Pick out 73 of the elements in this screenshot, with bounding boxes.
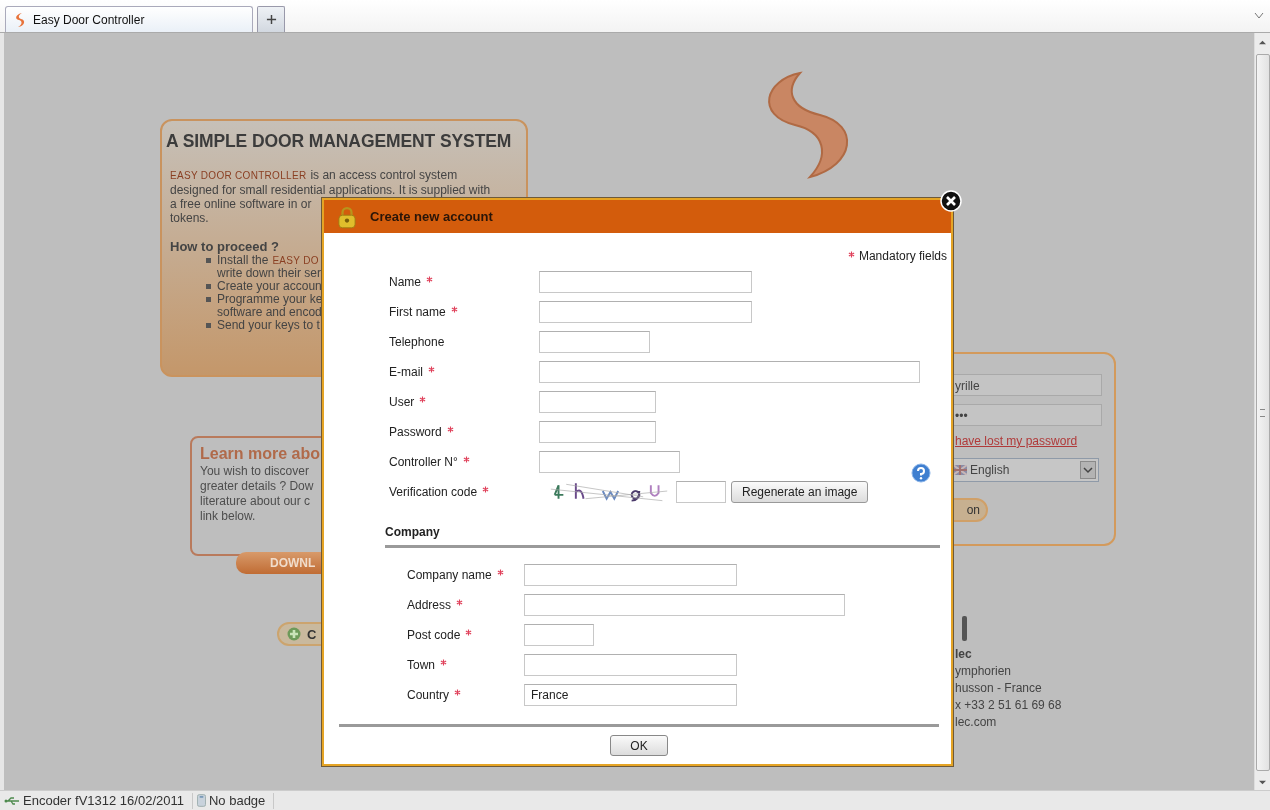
intro-text-line: a free online software in or xyxy=(170,197,313,211)
field-label: Password xyxy=(389,425,442,439)
text-input[interactable] xyxy=(539,331,650,353)
plus-icon xyxy=(265,14,277,25)
section-subtitle: How to proceed ? xyxy=(169,239,280,254)
text-input[interactable] xyxy=(524,594,845,616)
address-line: husson - France xyxy=(955,680,1042,697)
field-label: Address xyxy=(407,598,452,612)
badge-icon xyxy=(196,794,206,807)
text-input[interactable] xyxy=(524,624,594,646)
text-input[interactable] xyxy=(539,361,920,383)
field-label: Telephone xyxy=(389,335,445,349)
padlock-icon xyxy=(338,204,356,229)
field-label: Town xyxy=(407,658,435,672)
step-text-line: Send your keys to t xyxy=(217,319,321,332)
field-label: Name xyxy=(389,275,421,289)
field-label: Country xyxy=(407,688,450,702)
learn-more-text-line: literature about our c xyxy=(200,494,311,509)
step-text-line: Install the EASY DO xyxy=(217,254,320,267)
step-text-line: write down their ser xyxy=(217,267,323,280)
badge-status: No badge xyxy=(192,792,275,809)
bullet-icon xyxy=(206,258,211,263)
intro-text-line: designed for small residential applications. It is supplied with xyxy=(170,183,492,197)
text-input[interactable] xyxy=(539,451,680,473)
step-text-line: software and encod xyxy=(217,306,323,319)
step-text-line: Create your accoun xyxy=(217,280,323,293)
bullet-icon xyxy=(206,297,211,302)
help-icon[interactable] xyxy=(911,463,931,483)
learn-more-text-line: link below. xyxy=(200,509,256,524)
usb-icon xyxy=(4,795,20,806)
bullet-icon xyxy=(206,284,211,289)
text-input[interactable] xyxy=(539,391,656,413)
browser-tab[interactable]: Easy Door Controller xyxy=(5,6,253,32)
field-label: Company name xyxy=(407,568,492,582)
scroll-down-icon[interactable] xyxy=(1258,779,1267,786)
ok-button[interactable]: OK xyxy=(610,735,668,756)
intro-text-line: tokens. xyxy=(170,211,210,225)
captcha-input[interactable] xyxy=(676,481,726,503)
address-line: ymphorien xyxy=(955,663,1012,680)
text-input[interactable] xyxy=(524,654,737,676)
field-label: Controller N° xyxy=(389,455,458,469)
text-input[interactable]: France xyxy=(524,684,737,706)
learn-more-text-line: You wish to discover xyxy=(200,464,309,479)
dialog-title: Create new account xyxy=(370,209,493,224)
bullet-icon xyxy=(206,323,211,328)
address-line: lec.com xyxy=(955,714,997,731)
field-label: Verification code xyxy=(389,485,478,499)
field-label: First name xyxy=(389,305,446,319)
text-input[interactable] xyxy=(524,564,737,586)
scroll-up-icon[interactable] xyxy=(1258,39,1267,46)
regenerate-image-button[interactable]: Regenerate an image xyxy=(731,481,869,503)
intro-text-line: EASY DOOR CONTROLLER is an access control system xyxy=(170,168,459,183)
logo-bar-icon xyxy=(962,616,967,641)
close-icon[interactable] xyxy=(940,190,962,212)
address-line: x +33 2 51 61 69 68 xyxy=(955,697,1062,714)
company-section-heading: Company xyxy=(385,525,940,548)
text-input[interactable] xyxy=(539,301,752,323)
learn-more-title: Learn more abo xyxy=(200,444,321,464)
learn-more-text-line: greater details ? Dow xyxy=(200,479,314,494)
text-input[interactable] xyxy=(539,271,752,293)
mandatory-fields-note: Mandatory fields xyxy=(858,249,947,263)
plus-icon xyxy=(287,627,301,641)
scrollbar[interactable] xyxy=(1254,33,1270,790)
field-label: Post code xyxy=(407,628,461,642)
new-tab-button[interactable] xyxy=(257,6,285,32)
address-line: lec xyxy=(955,646,972,663)
required-mark-icon xyxy=(847,251,855,258)
field-label: User xyxy=(389,395,415,409)
field-label: E-mail xyxy=(389,365,423,379)
text-input[interactable] xyxy=(539,421,656,443)
intro-title: A SIMPLE DOOR MANAGEMENT SYSTEM xyxy=(166,131,512,152)
encoder-status: Encoder fV1312 16/02/2011 xyxy=(0,792,193,809)
tab-list-icon[interactable] xyxy=(1254,12,1264,20)
